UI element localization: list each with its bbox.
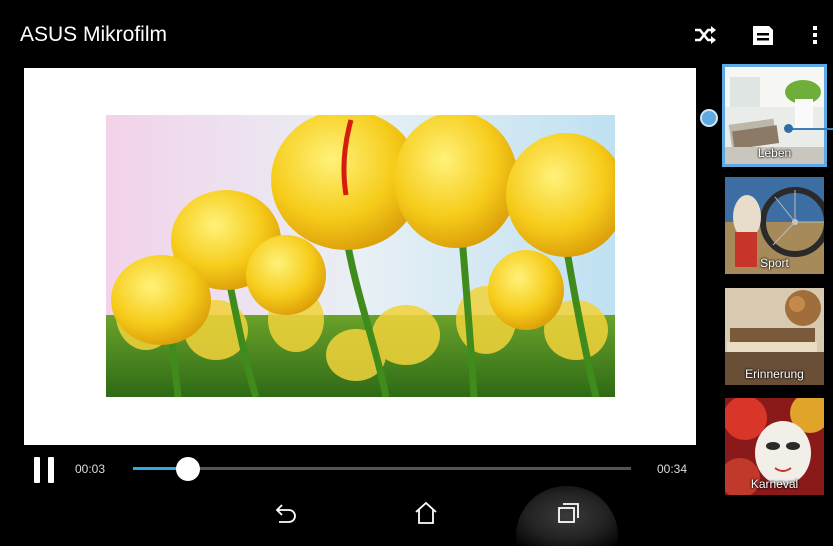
selection-leader-dot xyxy=(784,124,793,133)
back-icon[interactable] xyxy=(273,500,299,526)
theme-label: Leben xyxy=(757,146,792,160)
seek-bar[interactable] xyxy=(133,457,631,481)
theme-sport[interactable]: Sport xyxy=(725,177,824,274)
theme-label: Sport xyxy=(760,256,789,270)
save-icon[interactable] xyxy=(750,22,776,48)
home-icon[interactable] xyxy=(413,500,439,526)
more-vert-icon[interactable] xyxy=(806,22,824,48)
theme-leben[interactable]: Leben xyxy=(722,64,827,167)
selected-theme-indicator xyxy=(700,109,718,127)
current-time: 00:03 xyxy=(75,462,106,476)
recents-icon[interactable] xyxy=(555,500,581,526)
shuffle-icon[interactable] xyxy=(692,22,718,48)
mikrofilm-app: ASUS Mikrofilm 00:03 00:34 Leben Sport E… xyxy=(0,0,833,546)
total-time: 00:34 xyxy=(657,462,688,476)
theme-label: Erinnerung xyxy=(745,367,804,381)
theme-karneval[interactable]: Karneval xyxy=(725,398,824,495)
action-bar: ASUS Mikrofilm xyxy=(0,10,833,60)
theme-erinnerung[interactable]: Erinnerung xyxy=(725,288,824,385)
seek-bar-thumb[interactable] xyxy=(175,457,200,481)
tulip-photo xyxy=(106,115,615,397)
pause-icon[interactable] xyxy=(34,457,56,483)
theme-label: Karneval xyxy=(750,477,799,491)
app-title: ASUS Mikrofilm xyxy=(20,23,168,46)
video-preview[interactable] xyxy=(24,68,696,445)
selection-leader-line xyxy=(788,128,833,130)
